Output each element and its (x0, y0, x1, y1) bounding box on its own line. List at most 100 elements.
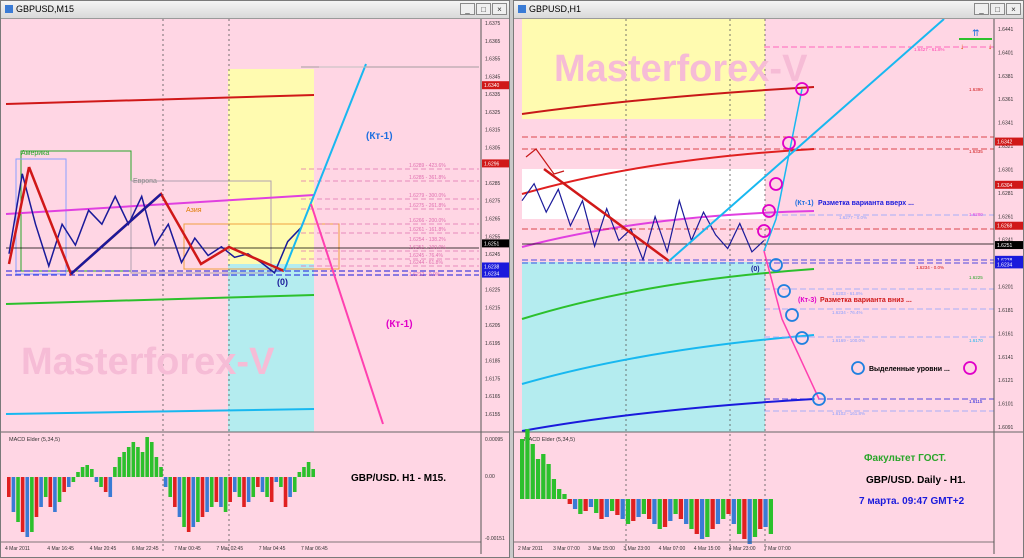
left-chart-window[interactable]: GBPUSD,M15 _ □ × 1.6289 - 423.6% 1.6285 … (0, 0, 510, 558)
macd-bar (43, 477, 48, 497)
time-tick-label: 4 Mar 20:45 (90, 546, 117, 552)
price-tick-label: 1.6285 (485, 181, 501, 187)
macd-bar (200, 477, 205, 517)
macd-bar (758, 499, 763, 529)
macd-tick: 0.00095 (485, 437, 503, 443)
macd-bar (94, 477, 99, 482)
kt1-up-label: (Кт-1) (795, 200, 814, 207)
zero-label: (0) (751, 266, 760, 273)
level-label: 1.6225 (969, 275, 983, 280)
white-range-box (522, 169, 765, 219)
right-title-bar[interactable]: GBPUSD,H1 _ □ × (514, 1, 1023, 19)
time-tick-label: 4 Mar 2011 (5, 546, 30, 552)
macd-bar (149, 442, 154, 477)
price-boxes: 1.63421.63041.62681.62511.62381.6234 (995, 137, 1023, 269)
fib-levels (301, 168, 479, 267)
macd-tick: -0.00151 (485, 536, 505, 542)
level-label: 1.6390 (969, 87, 983, 92)
time-tick-label: 3 Mar 07:00 (553, 546, 580, 552)
maximize-button[interactable]: □ (476, 3, 491, 15)
close-button[interactable]: × (1006, 3, 1021, 15)
macd-histogram (7, 437, 315, 537)
macd-bar (122, 452, 126, 477)
macd-bar (232, 477, 237, 492)
macd-bar (594, 499, 599, 513)
chart-annotation: GBP/USD. H1 - M15. (351, 473, 446, 484)
macd-bar (742, 499, 747, 539)
macd-bar (103, 477, 108, 492)
europe-session-box (522, 262, 765, 432)
macd-bar (684, 499, 689, 524)
price-tick-label: 1.6375 (485, 21, 501, 27)
price-tick-label: 1.6441 (998, 27, 1014, 33)
macd-bar (297, 472, 302, 477)
time-axis-ticks: 4 Mar 2011 4 Mar 16:45 4 Mar 20:45 6 Mar 22… (5, 546, 328, 552)
price-tick-label: 1.6245 (485, 252, 501, 258)
fib-label: 1.6251 - 100.0% (409, 245, 446, 251)
macd-bar (631, 499, 636, 521)
price-tick-label: 1.6305 (485, 145, 501, 151)
macd-bar (710, 499, 715, 529)
level-label: 1.6102 - 161.8% (832, 411, 865, 416)
price-tick-label: 1.6315 (485, 128, 501, 134)
macd-bar (85, 465, 90, 477)
time-tick-label: 7 Mar 00:45 (174, 546, 201, 552)
fib-labels: 1.6289 - 423.6% 1.6285 - 361.8% 1.6279 -… (409, 163, 446, 278)
macd-bar (747, 499, 752, 544)
price-axis-ticks: 1.6375 1.6365 1.6355 1.6345 1.6335 1.6325 1.63… (485, 21, 501, 418)
right-chart-window[interactable]: GBPUSD,H1 _ □ × 1.6427 - 61.8% 1.6390 1.… (513, 0, 1024, 558)
macd-bar (76, 472, 80, 477)
wave-up-blue (70, 193, 162, 275)
macd-bar (647, 499, 652, 519)
macd-bar (689, 499, 694, 529)
watermark: Masterforex-V (21, 341, 275, 383)
macd-bar (11, 477, 16, 512)
macd-bar (269, 477, 274, 502)
macd-bar (223, 477, 228, 512)
price-tick-label: 1.6195 (485, 341, 501, 347)
time-tick-label: 4 Mar 15:00 (694, 546, 721, 552)
macd-bar (721, 499, 726, 519)
macd-bar (572, 499, 578, 509)
macd-bar (535, 459, 541, 499)
macd-bar (546, 464, 551, 499)
price-box-label: 1.6234 (997, 262, 1013, 268)
close-button[interactable]: × (492, 3, 507, 15)
maximize-button[interactable]: □ (990, 3, 1005, 15)
macd-bar (214, 477, 219, 502)
macd-title: MACD Elder (5,34,5) (524, 437, 575, 443)
left-window-title: GBPUSD,M15 (16, 4, 75, 14)
macd-bar (90, 469, 94, 477)
price-tick-label: 1.6325 (485, 110, 501, 116)
down-arrow-icon: ↓ (960, 42, 964, 51)
macd-bar (694, 499, 699, 534)
minimize-button[interactable]: _ (974, 3, 989, 15)
macd-bar (311, 469, 315, 477)
macd-bar (609, 499, 615, 511)
left-title-bar[interactable]: GBPUSD,M15 _ □ × (1, 1, 509, 19)
macd-bar (168, 477, 173, 497)
macd-bar (699, 499, 705, 539)
macd-bar (274, 477, 279, 482)
time-tick-label: 4 Mar 23:00 (729, 546, 756, 552)
kt1-down-label: (Кт-1) (386, 319, 413, 330)
minimize-button[interactable]: _ (460, 3, 475, 15)
macd-bar (620, 499, 625, 519)
macd-bar (25, 477, 30, 537)
price-box-label: 1.6304 (997, 183, 1013, 189)
up-arrows-icon: ⇈ (972, 28, 980, 38)
level-labels: 1.6427 - 61.8% 1.6390 1.6335 1.6280 1.62… (832, 47, 983, 416)
america-label: Америка (21, 150, 49, 157)
price-box-label: 1.6340 (484, 83, 500, 89)
macd-bar (265, 477, 269, 497)
price-tick-label: 1.6301 (998, 167, 1014, 173)
macd-bar (763, 499, 768, 527)
price-box-label: 1.6234 (484, 272, 500, 278)
fib-label: 1.6245 - 76.4% (409, 253, 443, 259)
fib-label: 1.6232 - 0.0% (409, 272, 441, 278)
level-label: 1.6234 - 76.4% (832, 310, 863, 315)
macd-bar (228, 477, 232, 502)
asia-label: Азия (186, 207, 202, 214)
macd-bar (242, 477, 246, 507)
price-box-label: 1.6251 (997, 243, 1013, 249)
